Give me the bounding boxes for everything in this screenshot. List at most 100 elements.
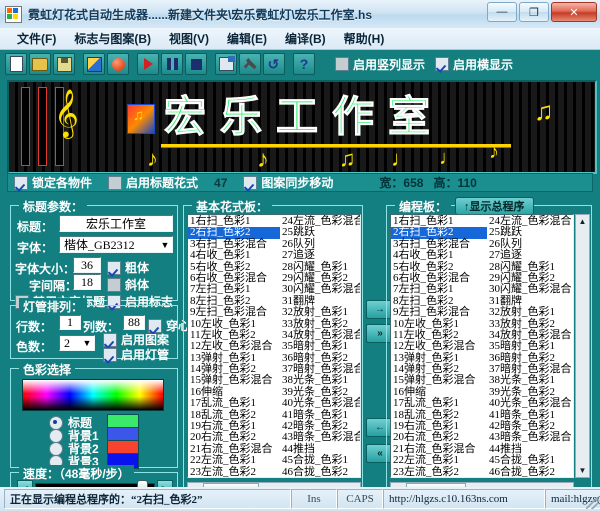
list-item[interactable]: 46合拢_色彩2 — [487, 466, 573, 477]
cols-input[interactable]: 88 — [123, 315, 145, 330]
bold-checkbox[interactable]: 粗体 — [107, 259, 149, 276]
list-item[interactable]: 32放射_色彩1 — [280, 306, 360, 318]
enable-horizontal-display-label: 启用横显示 — [453, 57, 514, 72]
font-size-input[interactable]: 36 — [73, 257, 101, 273]
record-button[interactable] — [107, 53, 129, 75]
checkbox-box — [107, 277, 121, 292]
list-item[interactable]: 17乱流_色彩1 — [391, 397, 487, 409]
note-icon: ♩ — [439, 147, 459, 169]
list-item[interactable]: 27追逐 — [280, 249, 360, 261]
colors-select[interactable]: 2 ▼ — [59, 335, 95, 351]
spacing-input[interactable]: 18 — [73, 274, 101, 290]
note-icon: ♩ — [391, 146, 413, 171]
enable-title-style-checkbox[interactable]: 启用标题花式 — [108, 174, 198, 191]
stop-button[interactable] — [185, 53, 207, 75]
program-panel-listbox[interactable]: 1右扫_色彩1 2右扫_色彩2 3右扫_色彩混合 4右收_色彩1 5右收_色彩2 6右收_… — [390, 214, 574, 478]
new-button[interactable] — [5, 53, 27, 75]
checkbox-box — [14, 175, 28, 190]
status-url[interactable]: http://hlgzs.c10.163ns.com — [383, 489, 545, 509]
bold-label: 粗体 — [125, 261, 150, 275]
tools-button[interactable] — [239, 53, 261, 75]
chevron-down-icon: ▼ — [82, 338, 92, 348]
menu-item-edit[interactable]: 编辑(E) — [218, 28, 276, 49]
list-item[interactable]: 45合拢_色彩1 — [487, 454, 573, 466]
enable-vertical-display-label: 启用竖列显示 — [353, 57, 426, 72]
list-item[interactable]: 46合拢_色彩2 — [280, 466, 360, 477]
title-input[interactable]: 宏乐工作室 — [59, 215, 173, 232]
basic-panel-listbox[interactable]: 1右扫_色彩1 2右扫_色彩2 3右扫_色彩混合 4右收_色彩1 5右收_色彩2 6右收_… — [187, 214, 361, 478]
status-message: 正在显示编程总程序的：“2右扫_色彩2” — [4, 489, 291, 509]
list-item[interactable]: 35暗射_色彩1 — [487, 340, 573, 352]
list-item[interactable]: 40光条_色彩混合 — [280, 397, 360, 409]
pause-button[interactable] — [161, 53, 183, 75]
list-item[interactable]: 12左收_色彩混合 — [188, 340, 280, 352]
properties-button[interactable] — [215, 53, 237, 75]
scroll-down-icon[interactable]: ▼ — [576, 464, 589, 477]
close-button[interactable]: ✕ — [551, 2, 597, 22]
new-icon — [9, 56, 23, 72]
wizard-button[interactable] — [83, 53, 105, 75]
menu-item-view[interactable]: 视图(V) — [160, 28, 218, 49]
basic-panel-group: 基本花式板： 1右扫_色彩1 2右扫_色彩2 3右扫_色彩混合 4右收_色彩1 5右收_… — [183, 198, 363, 502]
list-item[interactable]: 27追逐 — [487, 249, 573, 261]
list-item[interactable]: 40光条_色彩混合 — [487, 397, 573, 409]
note-icon: ♪ — [147, 146, 158, 171]
color-select-legend: 色彩选择 — [19, 361, 76, 378]
minimize-button[interactable]: — — [487, 2, 517, 22]
undo-icon: ↺ — [267, 55, 280, 72]
sync-move-checkbox[interactable]: 图案同步移动 — [243, 174, 333, 191]
wizard-icon — [86, 56, 102, 72]
font-select[interactable]: 楷体_GB2312 ▼ — [59, 236, 173, 253]
stop-icon — [190, 58, 202, 70]
enable-horizontal-display-checkbox[interactable]: 启用横显示 — [435, 56, 513, 73]
colors-label: 色数： — [16, 340, 53, 354]
title-field-label: 标题： — [17, 220, 54, 234]
enable-title-style-label: 启用标题花式 — [126, 176, 199, 190]
led-preview[interactable]: 𝄞 宏乐工作室 ♪ ♪ ♫ ♩ ♩ ♪ ♫ — [7, 80, 597, 174]
menu-item-help[interactable]: 帮助(H) — [335, 28, 394, 49]
menu-item-compile[interactable]: 编译(B) — [276, 28, 335, 49]
scroll-up-icon[interactable]: ▲ — [576, 215, 589, 228]
list-item[interactable]: 35暗射_色彩1 — [280, 340, 360, 352]
sync-move-label: 图案同步移动 — [261, 176, 334, 190]
list-item[interactable]: 22左流_色彩1 — [391, 454, 487, 466]
list-item[interactable]: 17乱流_色彩1 — [188, 397, 280, 409]
list-item[interactable]: 9左扫_色彩混合 — [188, 306, 280, 318]
undo-button[interactable]: ↺ — [263, 53, 285, 75]
italic-checkbox[interactable]: 斜体 — [107, 276, 149, 293]
enable-vertical-display-checkbox[interactable]: 启用竖列显示 — [335, 56, 425, 73]
hue-gradient-picker[interactable] — [22, 379, 164, 411]
list-item[interactable]: 22左流_色彩1 — [188, 454, 280, 466]
list-item[interactable]: 32放射_色彩1 — [487, 306, 573, 318]
list-item[interactable]: 4右收_色彩1 — [391, 249, 487, 261]
list-item[interactable]: 9左扫_色彩混合 — [391, 306, 487, 318]
menu-item-file[interactable]: 文件(F) — [8, 28, 65, 49]
title-params-legend: 标题参数： — [19, 198, 88, 215]
open-icon — [32, 57, 48, 71]
lock-objects-checkbox[interactable]: 锁定各物件 — [14, 174, 92, 191]
list-item[interactable]: 23左流_色彩2 — [188, 466, 280, 477]
lamp-layout-group: 灯管排列： 行数： 1 列数： 88 穿心 色数： 2 ▼ 启用图案 启用灯管 — [10, 298, 190, 362]
open-button[interactable] — [29, 53, 51, 75]
list-item[interactable]: 4右收_色彩1 — [188, 249, 280, 261]
menu-item-logo-pattern[interactable]: 标志与图案(B) — [65, 28, 160, 49]
rows-input[interactable]: 1 — [59, 315, 81, 330]
show-all-programs-button[interactable]: ↑显示总程序 — [455, 197, 534, 215]
program-panel-vscrollbar[interactable]: ▲ ▼ — [575, 214, 590, 478]
save-button[interactable] — [53, 53, 75, 75]
maximize-button[interactable]: ❐ — [519, 2, 549, 22]
list-item[interactable]: 45合拢_色彩1 — [280, 454, 360, 466]
checkbox-box — [243, 175, 258, 190]
window-controls: — ❐ ✕ — [487, 2, 597, 22]
resize-grip-icon[interactable] — [586, 497, 598, 509]
status-bar: 正在显示编程总程序的：“2右扫_色彩2” Ins CAPS http://hlg… — [0, 487, 600, 511]
title-params-group: 标题参数： 标题： 宏乐工作室 字体： 楷体_GB2312 ▼ 字体大小： 36… — [10, 198, 178, 309]
enable-tube-checkbox[interactable]: 启用灯管 — [103, 346, 169, 363]
help-button[interactable]: ? — [293, 53, 315, 75]
list-item[interactable]: 23左流_色彩2 — [391, 466, 487, 477]
list-item[interactable]: 12左收_色彩混合 — [391, 340, 487, 352]
save-icon — [56, 56, 72, 72]
play-button[interactable] — [137, 53, 159, 75]
spacing-label: 字间隔： — [29, 279, 78, 293]
width-label: 宽： — [379, 176, 404, 190]
